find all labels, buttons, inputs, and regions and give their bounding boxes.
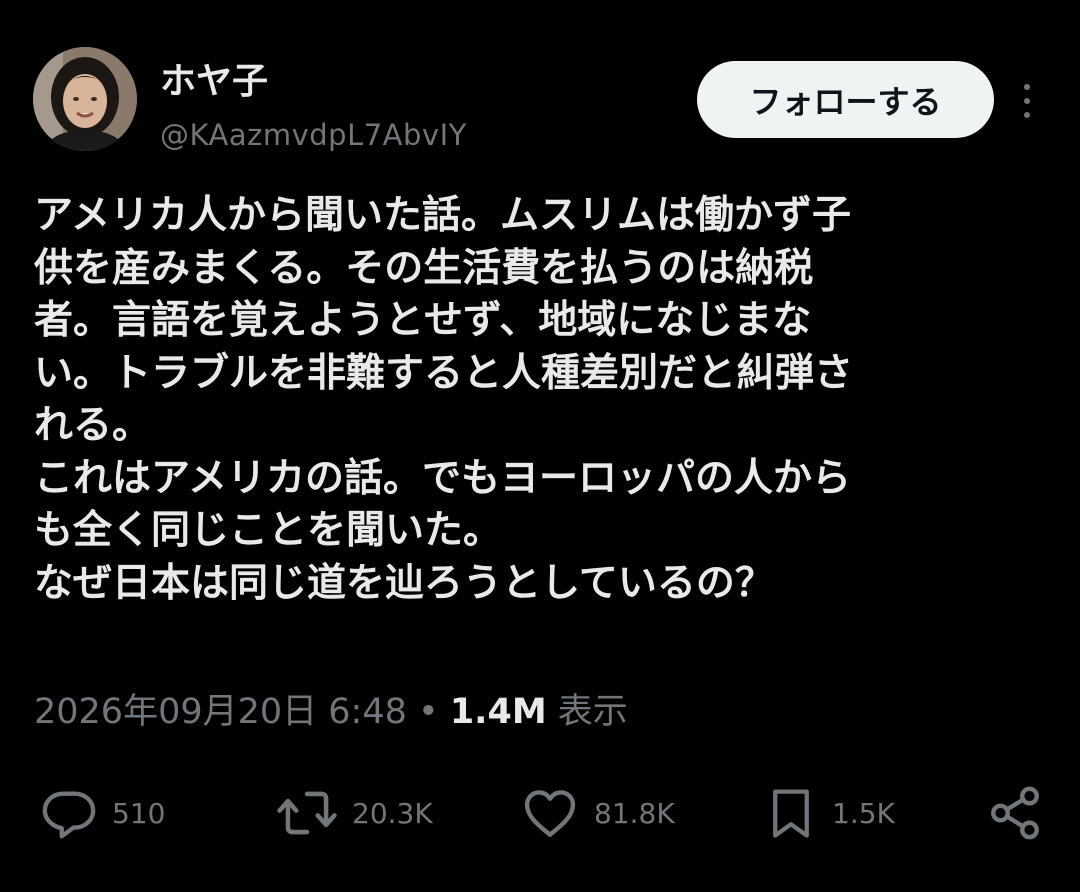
tweet-text: アメリカ人から聞いた話。ムスリムは働かず子 供を産みまくる。その生活費を払うのは…: [34, 190, 1044, 610]
reply-button[interactable]: 510: [40, 780, 165, 846]
tweet-line: 者。言語を覚えようとせず、地域になじまな: [34, 298, 812, 343]
repost-icon: [277, 791, 337, 835]
share-button[interactable]: [986, 780, 1044, 846]
like-button[interactable]: 81.8K: [520, 780, 675, 846]
more-vertical-icon[interactable]: [1013, 84, 1041, 118]
tweet-line: 供を産みまくる。その生活費を払うのは納税: [34, 245, 814, 291]
bookmark-button[interactable]: 1.5K: [764, 780, 895, 846]
share-icon: [991, 786, 1039, 840]
like-count: 81.8K: [594, 796, 675, 830]
reply-icon: [42, 791, 96, 839]
repost-count: 20.3K: [352, 796, 433, 830]
action-bar: 510 20.3K 81.8K 1.5K: [0, 780, 1080, 850]
user-handle[interactable]: @KAazmvdpL7AbvIY: [160, 118, 467, 152]
meta-separator: •: [418, 692, 439, 732]
tweet-meta: 2026年09月20日 6:48 • 1.4M 表示: [34, 683, 628, 734]
tweet-line: なぜ日本は同じ道を辿ろうとしているの？: [34, 560, 774, 606]
bookmark-icon: [773, 789, 809, 838]
views-label: 表示: [557, 692, 628, 732]
heart-icon: [524, 790, 576, 837]
tweet-line: アメリカ人から聞いた話。ムスリムは働かず子: [34, 193, 852, 238]
tweet-line: れる。: [34, 403, 152, 448]
display-name[interactable]: ホヤ子: [160, 52, 268, 104]
tweet-line: これはアメリカの話。でもヨーロッパの人から: [34, 455, 852, 501]
avatar[interactable]: [33, 47, 137, 151]
bookmark-count: 1.5K: [832, 796, 895, 830]
tweet-line: も全く同じことを聞いた。: [34, 508, 503, 553]
avatar-image: [33, 47, 137, 151]
tweet-line: い。トラブルを非難すると人種差別だと糾弾さ: [34, 350, 854, 396]
timestamp[interactable]: 2026年09月20日 6:48: [34, 692, 407, 732]
follow-button[interactable]: フォローする: [697, 61, 994, 138]
reply-count: 510: [112, 796, 166, 830]
repost-button[interactable]: 20.3K: [276, 780, 433, 846]
views-count: 1.4M: [449, 692, 547, 732]
